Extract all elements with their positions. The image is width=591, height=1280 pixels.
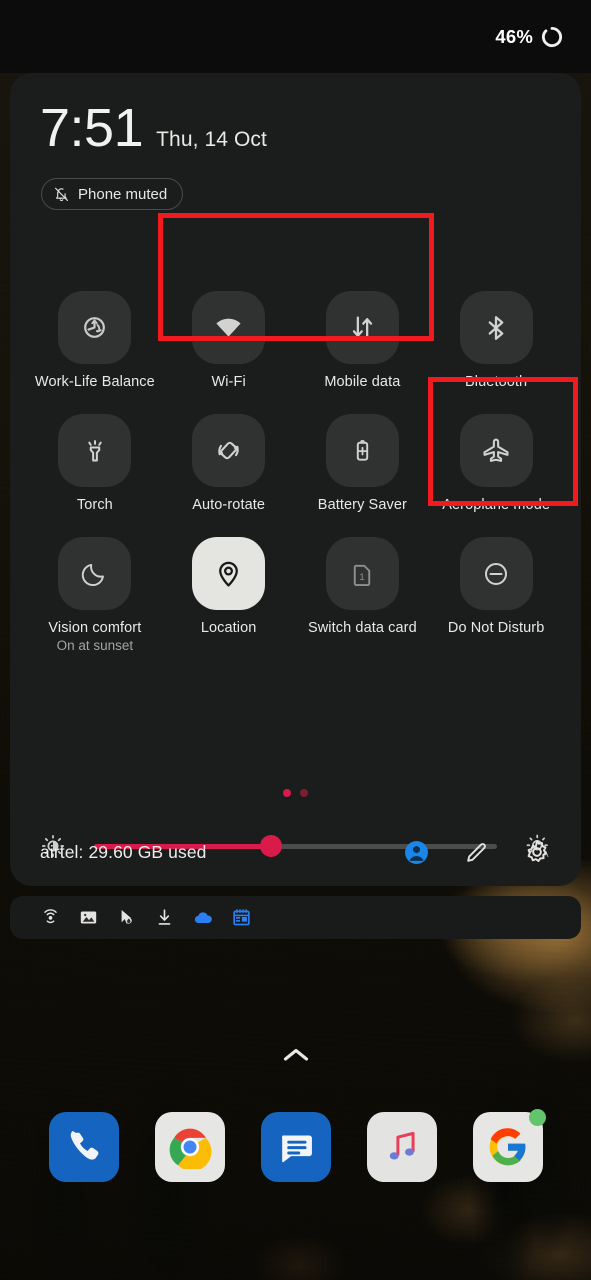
tile-do-not-disturb-label: Do Not Disturb (447, 620, 545, 636)
moon-icon (82, 563, 105, 586)
dock-app-messages-tile (260, 1112, 331, 1182)
dock-app-messages[interactable] (260, 1112, 331, 1182)
bell-off-icon (54, 187, 69, 201)
clock-time: 7:51 (40, 98, 144, 158)
tile-bluetooth[interactable]: Bluetooth (429, 291, 563, 390)
quick-settings-panel: 7:51 Thu, 14 Oct Phone muted Work-Life B… (10, 73, 581, 886)
dock-app-google[interactable] (472, 1109, 546, 1182)
auto-rotate-icon (218, 441, 239, 460)
cloud-icon (194, 911, 212, 923)
tile-torch[interactable]: Torch (28, 414, 162, 513)
notification-icon-strip[interactable] (10, 896, 581, 939)
tile-wifi-label: Wi-Fi (211, 374, 246, 390)
do-not-disturb-icon (485, 562, 508, 585)
tile-mobile-data-box (325, 291, 399, 364)
phone-muted-chip[interactable]: Phone muted (41, 178, 184, 210)
battery-ring-icon (541, 26, 563, 47)
tile-location-box (192, 537, 266, 610)
footer-icon-group (403, 838, 551, 866)
tile-bluetooth-box (459, 291, 533, 364)
tile-auto-rotate[interactable]: Auto-rotate (162, 414, 296, 513)
dock-app-chrome-tile (154, 1112, 225, 1182)
svg-text:1: 1 (360, 571, 365, 582)
tile-torch-label: Torch (76, 497, 113, 513)
tile-aeroplane-mode-box (459, 414, 533, 487)
carrier-data-usage-label: airtel: 29.60 GB used (40, 841, 207, 862)
clock-row: 7:51 Thu, 14 Oct (40, 101, 267, 155)
page-dot[interactable] (300, 789, 308, 797)
tile-wifi[interactable]: Wi-Fi (162, 291, 296, 390)
tile-battery-saver-box (325, 414, 399, 487)
tile-auto-rotate-label: Auto-rotate (192, 497, 266, 513)
settings-gear-icon[interactable] (523, 838, 551, 866)
home-dock (0, 1109, 591, 1182)
tile-location-label: Location (200, 620, 257, 636)
aeroplane-icon (483, 438, 509, 462)
quick-settings-footer: airtel: 29.60 GB used (10, 818, 581, 886)
tile-switch-data-card-label: Switch data card (307, 620, 417, 636)
tile-aeroplane-mode[interactable]: Aeroplane mode (429, 414, 563, 513)
google-icon (489, 1128, 525, 1166)
clock-date: Thu, 14 Oct (156, 128, 267, 151)
tile-torch-box (58, 414, 132, 487)
wifi-icon (216, 318, 241, 337)
music-icon (389, 1131, 415, 1160)
tile-aeroplane-mode-label: Aeroplane mode (442, 497, 551, 513)
messages-icon (281, 1135, 312, 1163)
tile-wifi-box (192, 291, 266, 364)
cast-icon (44, 909, 57, 924)
tile-mobile-data-label: Mobile data (324, 374, 401, 390)
tile-bluetooth-label: Bluetooth (465, 374, 528, 390)
tile-do-not-disturb-box (459, 537, 533, 610)
page-dot-active[interactable] (283, 789, 291, 797)
phone-screen: 46% 7:51 Thu, 14 Oct Phone muted Work-Li… (0, 0, 591, 1280)
status-bar: 46% (0, 0, 591, 73)
edit-pencil-icon[interactable] (463, 839, 490, 866)
torch-icon (88, 439, 102, 461)
bluetooth-icon (488, 315, 504, 340)
tile-do-not-disturb[interactable]: Do Not Disturb (429, 537, 563, 653)
tile-work-life-balance-box (58, 291, 132, 364)
tile-vision-comfort-box (58, 537, 132, 610)
calendar-icon (233, 909, 250, 926)
dock-app-phone-tile (48, 1112, 119, 1182)
tile-switch-data-card[interactable]: 1 Switch data card (296, 537, 430, 653)
dock-app-google-badge (528, 1109, 546, 1126)
tile-switch-data-card-box: 1 (325, 537, 399, 610)
chrome-icon (169, 1128, 211, 1169)
tile-battery-saver-label: Battery Saver (317, 497, 407, 513)
download-icon (158, 909, 171, 925)
tile-vision-comfort[interactable]: Vision comfort On at sunset (28, 537, 162, 653)
mobile-data-icon (352, 316, 373, 339)
phone-icon (70, 1131, 98, 1160)
location-pin-icon (219, 561, 239, 587)
chevron-up-icon (283, 1048, 308, 1061)
work-life-balance-icon (84, 317, 106, 338)
dock-app-chrome[interactable] (154, 1112, 225, 1182)
phone-muted-label: Phone muted (78, 185, 168, 203)
dock-app-music-tile (366, 1112, 437, 1182)
tile-vision-comfort-sublabel: On at sunset (56, 638, 134, 653)
tile-mobile-data[interactable]: Mobile data (296, 291, 430, 390)
battery-percent-label: 46% (495, 25, 533, 47)
tile-location[interactable]: Location (162, 537, 296, 653)
tile-auto-rotate-box (192, 414, 266, 487)
image-icon (80, 911, 97, 924)
tile-battery-saver[interactable]: Battery Saver (296, 414, 430, 513)
sim-card-1-icon: 1 (354, 564, 371, 586)
dock-app-phone[interactable] (48, 1112, 119, 1182)
page-indicator-dots (10, 789, 581, 797)
user-avatar-icon[interactable] (403, 839, 430, 866)
tile-vision-comfort-label: Vision comfort (48, 620, 142, 636)
dock-app-music[interactable] (366, 1112, 437, 1182)
tile-work-life-balance[interactable]: Work-Life Balance (28, 291, 162, 390)
quick-settings-tile-grid: Work-Life Balance Wi-Fi Mobile data Blue… (28, 291, 563, 653)
app-cursor-icon (121, 909, 132, 924)
battery-saver-icon (356, 440, 369, 461)
tile-work-life-balance-label: Work-Life Balance (34, 374, 155, 390)
app-drawer-indicator[interactable] (0, 1046, 591, 1064)
